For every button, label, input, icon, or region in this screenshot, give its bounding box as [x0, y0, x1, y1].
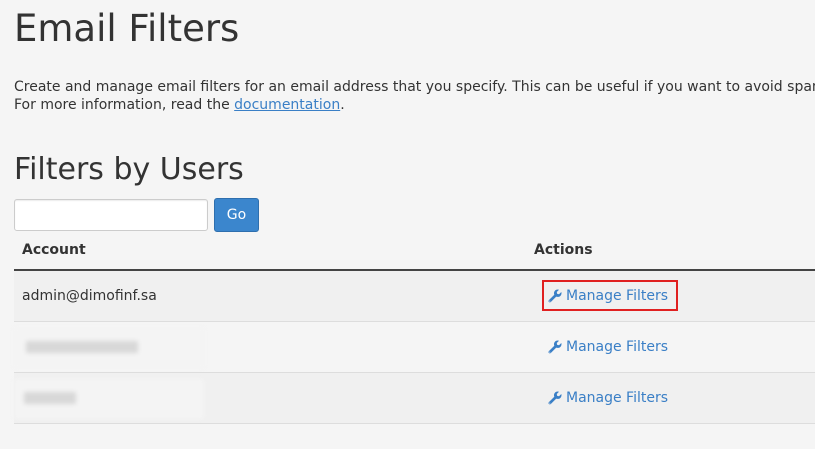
wrench-icon: [548, 390, 562, 404]
page-description: Create and manage email filters for an e…: [14, 78, 815, 114]
manage-filters-link[interactable]: Manage Filters: [542, 382, 678, 413]
manage-filters-link[interactable]: Manage Filters: [542, 280, 679, 311]
account-cell: admin@dimofinf.sa: [22, 288, 157, 304]
redacted-text: [24, 392, 76, 404]
table-row: Manage Filters: [14, 373, 815, 424]
email-filters-page: Email Filters Create and manage email fi…: [0, 0, 815, 449]
filters-table: Account Actions admin@dimofinf.sa Manage…: [14, 236, 815, 424]
column-header-actions: Actions: [534, 242, 593, 258]
manage-filters-link[interactable]: Manage Filters: [542, 331, 678, 362]
redacted-text: [26, 341, 138, 353]
wrench-icon: [548, 339, 562, 353]
redacted-account: [14, 328, 204, 368]
description-line-1: Create and manage email filters for an e…: [14, 79, 815, 95]
redacted-account: [14, 379, 204, 419]
table-header: Account Actions: [14, 236, 815, 271]
user-search-input[interactable]: [14, 199, 208, 231]
filters-by-users-title: Filters by Users: [14, 152, 244, 187]
table-row: Manage Filters: [14, 322, 815, 373]
wrench-icon: [548, 288, 562, 302]
description-prefix: For more information, read the: [14, 97, 235, 113]
description-line-2: For more information, read the documenta…: [14, 96, 815, 114]
manage-filters-label: Manage Filters: [566, 389, 669, 406]
page-title: Email Filters: [14, 7, 240, 50]
column-header-account: Account: [22, 242, 86, 258]
description-suffix: .: [340, 97, 345, 113]
manage-filters-label: Manage Filters: [566, 287, 669, 304]
manage-filters-label: Manage Filters: [566, 338, 669, 355]
documentation-link[interactable]: documentation: [234, 97, 340, 113]
go-button[interactable]: Go: [214, 198, 259, 232]
table-row: admin@dimofinf.sa Manage Filters: [14, 271, 815, 322]
